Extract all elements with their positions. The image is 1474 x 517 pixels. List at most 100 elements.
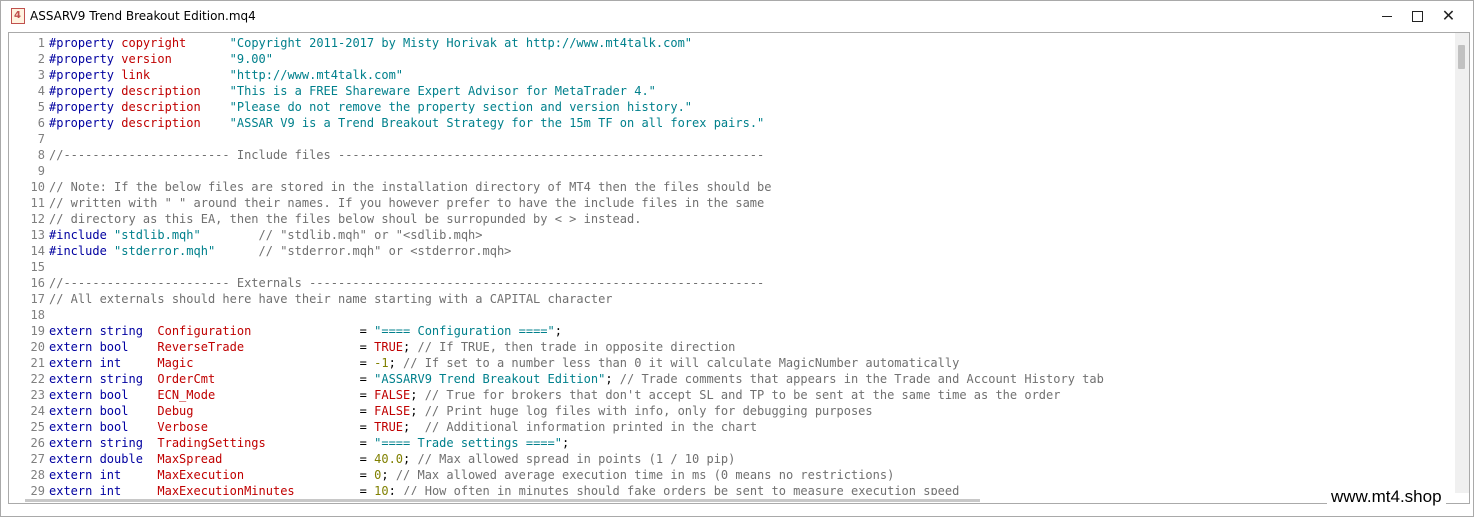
- code-token: // Additional information printed in the…: [424, 420, 758, 434]
- code-token: =: [193, 404, 375, 418]
- maximize-button[interactable]: [1402, 1, 1433, 31]
- line-number: 8: [37, 148, 45, 162]
- code-line[interactable]: 7: [9, 131, 1454, 147]
- code-token: // directory as this EA, then the files …: [49, 212, 642, 226]
- code-line[interactable]: 29 extern int MaxExecutionMinutes = 10; /…: [9, 483, 1454, 495]
- code-line[interactable]: 1 #property copyright "Copyright 2011-201…: [9, 35, 1454, 51]
- line-number: 24: [30, 404, 45, 418]
- code-token: Verbose: [157, 420, 208, 434]
- line-number: 14: [30, 244, 45, 258]
- code-line[interactable]: 14 #include "stderror.mqh" // "stderror.m…: [9, 243, 1454, 259]
- title-bar[interactable]: 4 ASSARV9 Trend Breakout Edition.mq4 ✕: [1, 1, 1473, 32]
- vertical-scrollbar[interactable]: [1455, 33, 1469, 493]
- code-line[interactable]: 15: [9, 259, 1454, 275]
- horizontal-scroll-thumb[interactable]: [25, 499, 980, 502]
- code-token: ;: [381, 468, 396, 482]
- minimize-button[interactable]: [1371, 1, 1402, 31]
- line-number: 7: [37, 132, 45, 146]
- line-number: 23: [30, 388, 45, 402]
- code-line[interactable]: 9: [9, 163, 1454, 179]
- code-line[interactable]: 3 #property link "http://www.mt4talk.com": [9, 67, 1454, 83]
- code-line[interactable]: 2 #property version "9.00": [9, 51, 1454, 67]
- code-line[interactable]: 6 #property description "ASSAR V9 is a Tr…: [9, 115, 1454, 131]
- code-line[interactable]: 25 extern bool Verbose = TRUE; // Additio…: [9, 419, 1454, 435]
- code-line[interactable]: 18: [9, 307, 1454, 323]
- code-token: -1: [374, 356, 389, 370]
- line-number: 16: [30, 276, 45, 290]
- code-line[interactable]: 20 extern bool ReverseTrade = TRUE; // If…: [9, 339, 1454, 355]
- code-editor[interactable]: 1 #property copyright "Copyright 2011-201…: [8, 32, 1470, 504]
- code-token: =: [193, 356, 375, 370]
- code-area[interactable]: 1 #property copyright "Copyright 2011-201…: [9, 35, 1454, 495]
- code-token: =: [265, 436, 375, 450]
- code-token: ;: [403, 452, 418, 466]
- code-line[interactable]: 17 // All externals should here have thei…: [9, 291, 1454, 307]
- code-token: //----------------------- Externals ----…: [49, 276, 765, 290]
- code-token: "stderror.mqh": [114, 244, 216, 258]
- code-token: "ASSAR V9 is a Trend Breakout Strategy f…: [229, 116, 765, 130]
- code-line[interactable]: 5 #property description "Please do not re…: [9, 99, 1454, 115]
- code-line[interactable]: 24 extern bool Debug = FALSE; // Print hu…: [9, 403, 1454, 419]
- code-token: ReverseTrade: [157, 340, 245, 354]
- code-token: =: [244, 468, 375, 482]
- code-token: // Note: If the below files are stored i…: [49, 180, 772, 194]
- line-number: 3: [37, 68, 45, 82]
- code-token: // If TRUE, then trade in opposite direc…: [417, 340, 736, 354]
- code-token: // "stdlib.mqh" or "<sdlib.mqh>: [258, 228, 483, 242]
- code-token: #property: [49, 36, 122, 50]
- code-token: =: [222, 452, 375, 466]
- line-number: 15: [30, 260, 45, 274]
- code-token: ;: [561, 436, 570, 450]
- code-token: extern bool: [49, 388, 158, 402]
- code-token: "http://www.mt4talk.com": [229, 68, 404, 82]
- line-number: 1: [37, 36, 45, 50]
- line-number: 20: [30, 340, 45, 354]
- code-line[interactable]: 19 extern string Configuration = "==== Co…: [9, 323, 1454, 339]
- code-line[interactable]: 11 // written with " " around their names…: [9, 195, 1454, 211]
- code-token: =: [215, 388, 375, 402]
- code-token: TRUE: [374, 340, 404, 354]
- code-token: =: [294, 484, 375, 495]
- code-token: #property: [49, 116, 122, 130]
- code-line[interactable]: 27 extern double MaxSpread = 40.0; // Max…: [9, 451, 1454, 467]
- code-line[interactable]: 12 // directory as this EA, then the file…: [9, 211, 1454, 227]
- code-token: extern bool: [49, 340, 158, 354]
- code-token: Debug: [157, 404, 194, 418]
- window-title: ASSARV9 Trend Breakout Edition.mq4: [30, 9, 256, 23]
- close-button[interactable]: ✕: [1433, 1, 1464, 31]
- code-line[interactable]: 21 extern int Magic = -1; // If set to a …: [9, 355, 1454, 371]
- code-line[interactable]: 10 // Note: If the below files are stored…: [9, 179, 1454, 195]
- close-icon: ✕: [1441, 6, 1456, 25]
- code-token: description: [121, 100, 201, 114]
- code-token: // How often in minutes should fake orde…: [403, 484, 960, 495]
- minimize-icon: [1381, 15, 1392, 17]
- line-number: 12: [30, 212, 45, 226]
- code-token: //----------------------- Include files …: [49, 148, 765, 162]
- line-number: 9: [37, 164, 45, 178]
- code-token: "==== Trade settings ====": [374, 436, 562, 450]
- code-line[interactable]: 23 extern bool ECN_Mode = FALSE; // True …: [9, 387, 1454, 403]
- code-line[interactable]: 13 #include "stdlib.mqh" // "stdlib.mqh" …: [9, 227, 1454, 243]
- line-number: 22: [30, 372, 45, 386]
- code-line[interactable]: 4 #property description "This is a FREE S…: [9, 83, 1454, 99]
- code-line[interactable]: 16 //----------------------- Externals --…: [9, 275, 1454, 291]
- code-line[interactable]: 22 extern string OrderCmt = "ASSARV9 Tren…: [9, 371, 1454, 387]
- vertical-scroll-thumb[interactable]: [1458, 45, 1465, 69]
- code-token: "stdlib.mqh": [114, 228, 201, 242]
- code-line[interactable]: 26 extern string TradingSettings = "==== …: [9, 435, 1454, 451]
- line-number: 19: [30, 324, 45, 338]
- code-line[interactable]: 28 extern int MaxExecution = 0; // Max al…: [9, 467, 1454, 483]
- code-token: "This is a FREE Shareware Expert Advisor…: [229, 84, 656, 98]
- code-token: =: [215, 372, 375, 386]
- code-token: "==== Configuration ====": [374, 324, 555, 338]
- code-token: #property: [49, 52, 122, 66]
- code-token: =: [207, 420, 375, 434]
- line-number: 28: [30, 468, 45, 482]
- code-token: MaxSpread: [157, 452, 223, 466]
- code-line[interactable]: 8 //----------------------- Include files…: [9, 147, 1454, 163]
- code-token: #property: [49, 100, 122, 114]
- line-number: 13: [30, 228, 45, 242]
- line-number: 11: [30, 196, 45, 210]
